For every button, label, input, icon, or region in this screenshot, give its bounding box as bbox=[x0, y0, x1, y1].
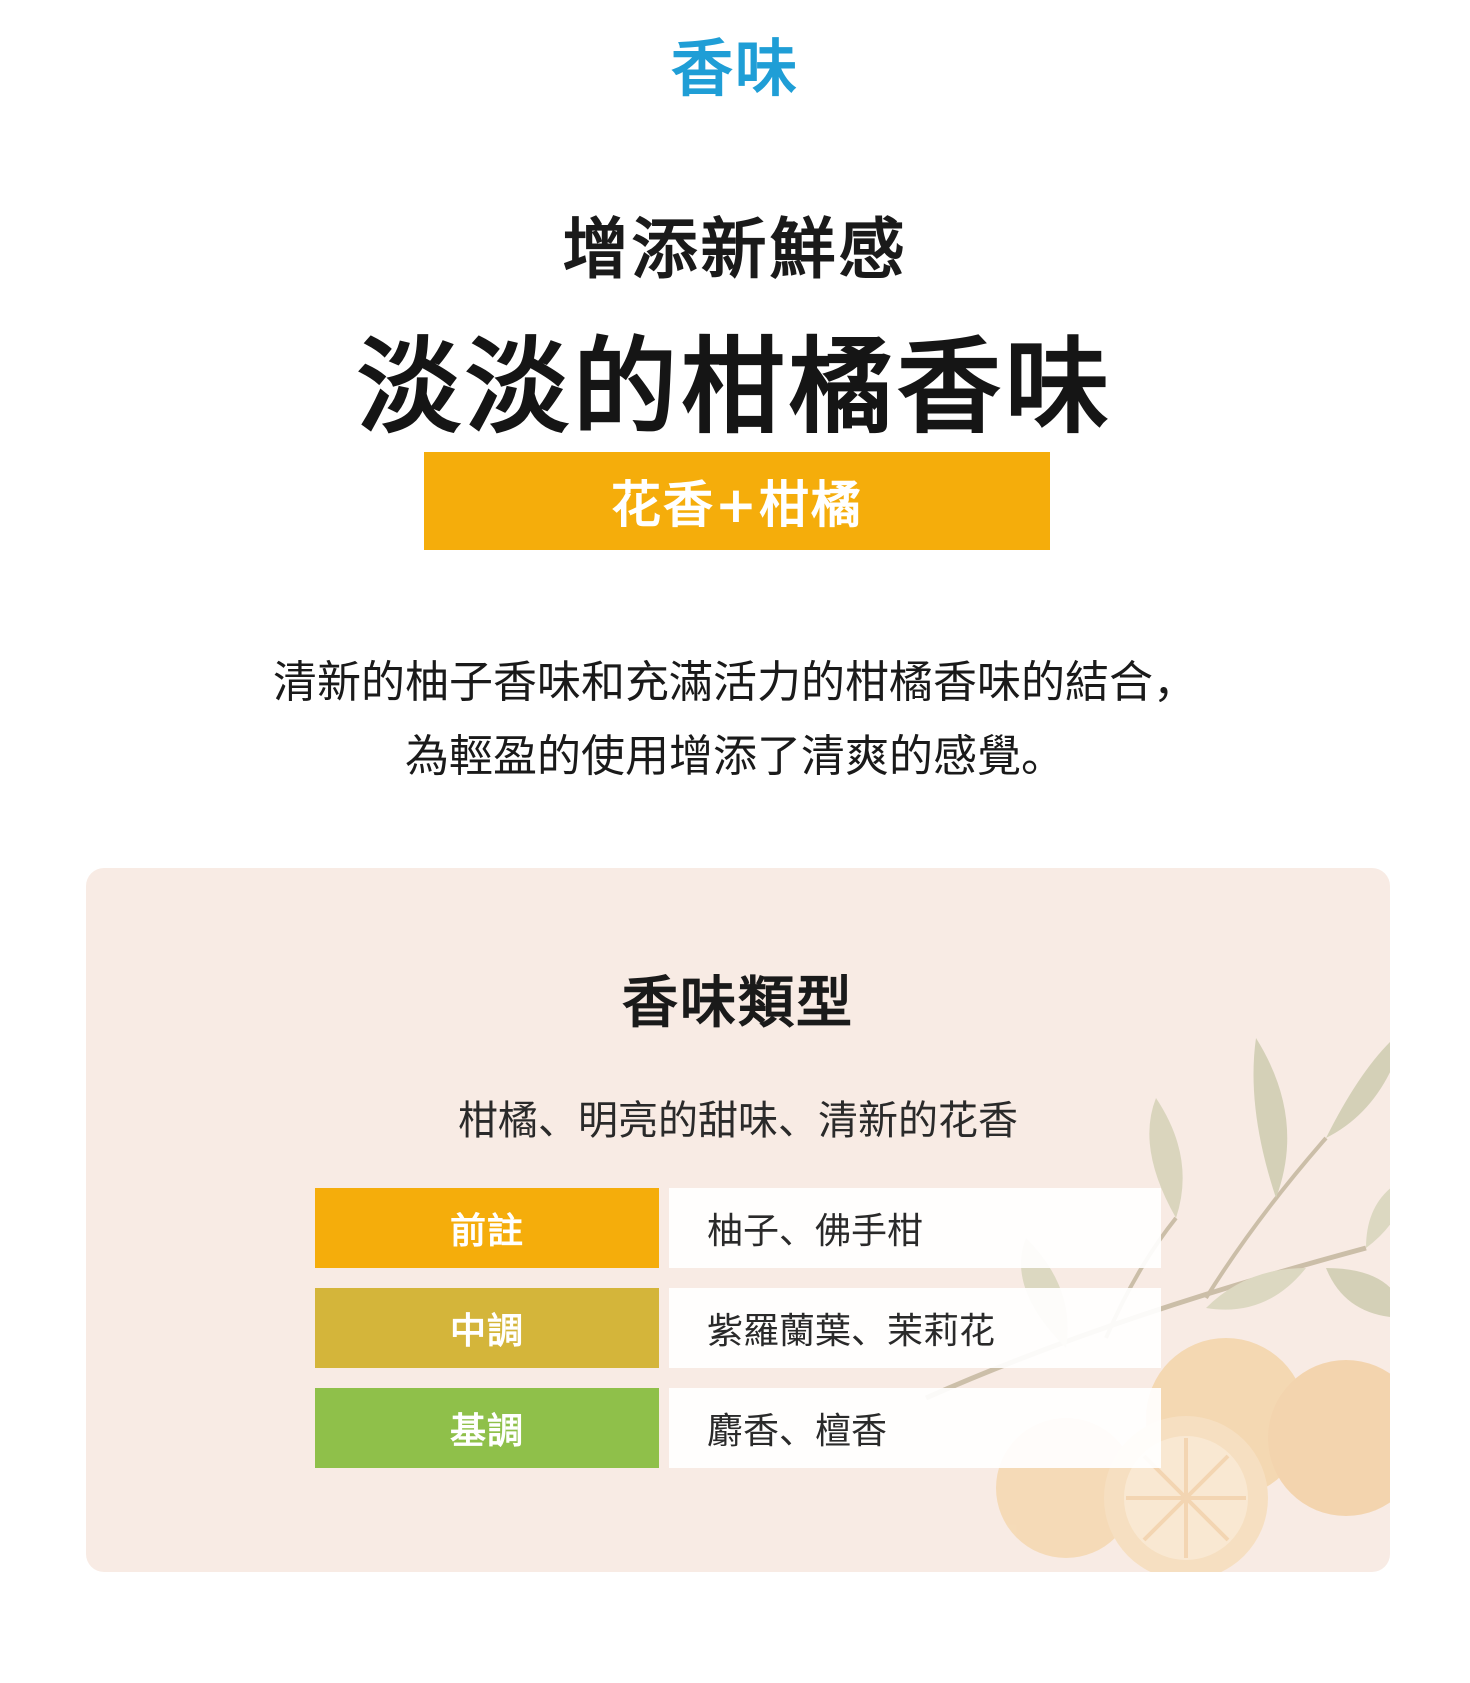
notes-table: 前註 柚子、佛手柑 中調 紫羅蘭葉、茉莉花 基調 麝香、檀香 bbox=[315, 1188, 1161, 1488]
note-label-base: 基調 bbox=[315, 1388, 659, 1468]
panel-subtitle: 柑橘、明亮的甜味、清新的花香 bbox=[458, 1098, 1018, 1144]
scent-badge: 花香+柑橘 bbox=[424, 452, 1050, 550]
headline: 淡淡的柑橘香味 bbox=[356, 326, 1113, 448]
note-label-top: 前註 bbox=[315, 1188, 659, 1268]
description-line-2: 為輕盈的使用增添了清爽的感覺。 bbox=[405, 731, 1065, 782]
note-label-middle: 中調 bbox=[315, 1288, 659, 1368]
note-row-top: 前註 柚子、佛手柑 bbox=[315, 1188, 1161, 1268]
note-value-base: 麝香、檀香 bbox=[669, 1388, 1161, 1468]
description: 清新的柚子香味和充滿活力的柑橘香味的結合， 為輕盈的使用增添了清爽的感覺。 bbox=[0, 646, 1470, 794]
subtitle: 增添新鮮感 bbox=[562, 211, 908, 288]
note-value-middle: 紫羅蘭葉、茉莉花 bbox=[669, 1288, 1161, 1368]
description-line-1: 清新的柚子香味和充滿活力的柑橘香味的結合， bbox=[273, 657, 1197, 708]
panel-title: 香味類型 bbox=[622, 971, 854, 1036]
section-tag: 香味 bbox=[670, 32, 799, 105]
note-row-middle: 中調 紫羅蘭葉、茉莉花 bbox=[315, 1288, 1161, 1368]
note-row-base: 基調 麝香、檀香 bbox=[315, 1388, 1161, 1468]
fragrance-panel: 香味類型 柑橘、明亮的甜味、清新的花香 前註 柚子、佛手柑 中調 紫羅蘭葉、茉莉… bbox=[86, 868, 1390, 1572]
note-value-top: 柚子、佛手柑 bbox=[669, 1188, 1161, 1268]
